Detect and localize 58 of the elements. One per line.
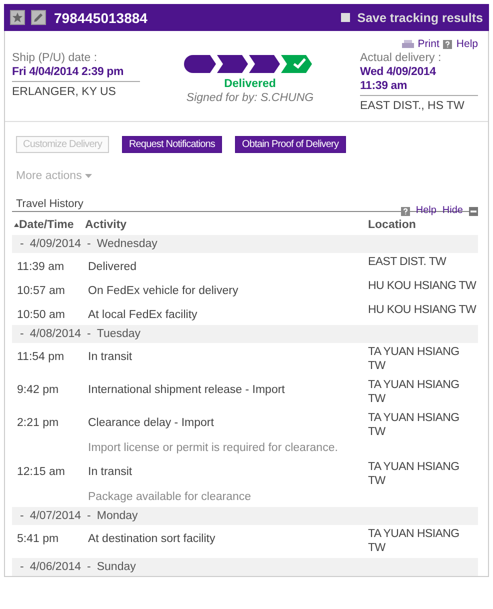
event-activity: At local FedEx facility xyxy=(88,308,198,322)
hide-link[interactable]: Hide xyxy=(442,204,463,218)
date-group-row[interactable]: - 4/07/2014 - Monday xyxy=(12,507,478,525)
event-activity: In transit xyxy=(88,350,134,365)
event-time: 12:15 am xyxy=(17,465,66,480)
help-link[interactable]: Help xyxy=(456,37,478,51)
event-activity: On FedEx vehicle for delivery xyxy=(88,284,240,298)
help-icon xyxy=(443,40,452,48)
date-group-row[interactable]: - 4/06/2014 - Sunday xyxy=(12,558,478,576)
event-location: HU KOU HSIANG TW xyxy=(368,303,478,318)
event-time: 10:57 am xyxy=(17,284,66,298)
event-location: TA YUAN HSIANG TW xyxy=(368,411,460,439)
save-checkbox[interactable] xyxy=(341,13,350,22)
event-time: 10:50 am xyxy=(17,308,66,322)
delivery-time: 11:39 am xyxy=(360,79,478,96)
action-button[interactable]: Request Notifications xyxy=(122,136,222,153)
ship-date-label: Ship (P/U) date : xyxy=(12,51,98,65)
event-location: EAST DIST. TW xyxy=(368,255,448,270)
tracking-number: 798445013884 xyxy=(54,10,148,24)
destination-location: EAST DIST., HS TW xyxy=(360,99,466,113)
origin-location: ERLANGER, KY US xyxy=(12,85,117,99)
save-label[interactable]: Save tracking results xyxy=(357,10,483,24)
event-location: TA YUAN HSIANG TW xyxy=(368,345,460,373)
column-header[interactable]: Activity xyxy=(85,218,127,232)
event-activity: Delivered xyxy=(88,260,138,274)
event-note: Import license or permit is required for clearance. xyxy=(88,441,339,455)
event-location: TA YUAN HSIANG TW xyxy=(368,527,460,555)
event-location: HU KOU HSIANG TW xyxy=(368,279,478,294)
delivery-date-label: Actual delivery : xyxy=(360,51,442,65)
pencil-icon[interactable] xyxy=(31,10,46,25)
column-header[interactable]: Location xyxy=(368,218,416,232)
event-time: 11:54 pm xyxy=(17,350,66,365)
printer-icon xyxy=(402,40,414,48)
event-time: 11:39 am xyxy=(17,260,66,274)
event-location: TA YUAN HSIANG TW xyxy=(368,460,460,488)
collapse-icon[interactable] xyxy=(469,206,478,216)
section-title: Travel History xyxy=(16,197,84,211)
event-time: 5:41 pm xyxy=(17,532,60,547)
action-button[interactable]: Obtain Proof of Delivery xyxy=(235,136,346,153)
signed-by: Signed for by: S.CHUNG xyxy=(186,91,314,105)
event-time: 9:42 pm xyxy=(17,383,60,398)
caret-icon xyxy=(84,174,92,178)
ship-date: Fri 4/04/2014 2:39 pm xyxy=(12,65,140,82)
event-note: Package available for clearance xyxy=(88,490,252,504)
date-group-row[interactable]: - 4/09/2014 - Wednesday xyxy=(12,235,478,253)
delivery-date: Wed 4/09/2014 xyxy=(360,65,437,79)
event-activity: Clearance delay - Import xyxy=(88,416,215,431)
date-group-row[interactable]: - 4/08/2014 - Tuesday xyxy=(12,325,478,343)
event-activity: In transit xyxy=(88,465,134,480)
event-activity: At destination sort facility xyxy=(88,532,216,547)
help-link[interactable]: Help xyxy=(416,204,436,218)
delivery-status: Delivered xyxy=(224,77,276,91)
event-time: 2:21 pm xyxy=(17,416,60,431)
event-location: TA YUAN HSIANG TW xyxy=(368,378,460,406)
star-icon[interactable] xyxy=(10,10,25,25)
print-link[interactable]: Print xyxy=(418,37,440,51)
event-activity: International shipment release - Import xyxy=(88,383,286,398)
column-header[interactable]: Date/Time xyxy=(19,218,74,232)
